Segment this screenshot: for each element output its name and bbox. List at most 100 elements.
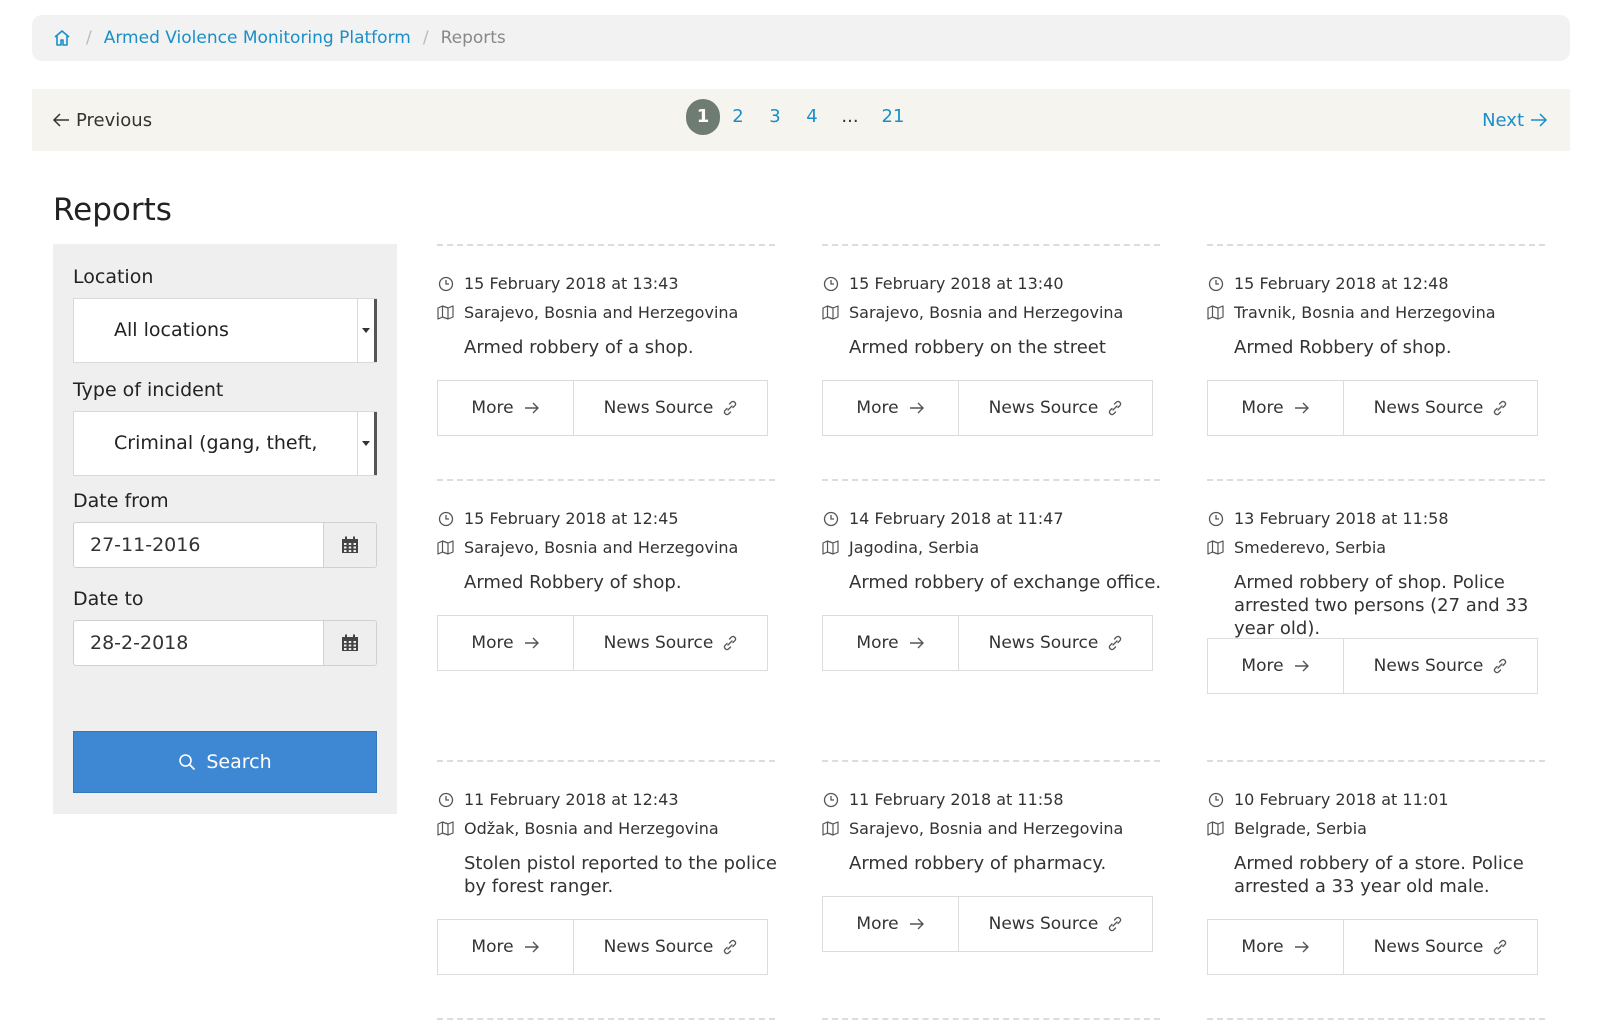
news-source-button[interactable]: News Source <box>574 616 767 670</box>
clock-icon <box>822 275 839 292</box>
report-location-row: Smederevo, Serbia <box>1207 538 1386 557</box>
more-button[interactable]: More <box>823 381 959 435</box>
report-card: 15 February 2018 at 13:43 Sarajevo, Bosni… <box>437 244 775 444</box>
report-datetime: 14 February 2018 at 11:47 <box>849 509 1064 528</box>
date-from-field[interactable]: 27-11-2016 <box>73 522 377 568</box>
link-icon <box>723 939 737 955</box>
map-icon <box>822 304 839 321</box>
news-source-button[interactable]: News Source <box>959 381 1152 435</box>
more-button[interactable]: More <box>1208 639 1344 693</box>
news-source-label: News Source <box>1373 656 1484 676</box>
report-datetime-row: 15 February 2018 at 13:43 <box>437 274 679 293</box>
report-datetime-row: 11 February 2018 at 11:58 <box>822 790 1064 809</box>
arrow-right-icon <box>524 940 540 954</box>
next-button[interactable]: Next <box>1482 89 1548 151</box>
report-datetime: 13 February 2018 at 11:58 <box>1234 509 1449 528</box>
report-location: Sarajevo, Bosnia and Herzegovina <box>849 303 1124 322</box>
report-card: 15 February 2018 at 13:40 Sarajevo, Bosni… <box>822 244 1160 444</box>
breadcrumb-separator: / <box>422 28 429 48</box>
more-button[interactable]: More <box>1208 381 1344 435</box>
report-datetime: 15 February 2018 at 13:40 <box>849 274 1064 293</box>
page-3[interactable]: 3 <box>767 99 783 135</box>
more-button[interactable]: More <box>823 616 959 670</box>
link-icon <box>723 400 737 416</box>
more-button[interactable]: More <box>438 616 574 670</box>
report-location: Sarajevo, Bosnia and Herzegovina <box>849 819 1124 838</box>
date-from-label: Date from <box>73 490 169 512</box>
page-1[interactable]: 1 <box>686 99 720 135</box>
breadcrumb-platform-link[interactable]: Armed Violence Monitoring Platform <box>104 28 411 48</box>
report-location-row: Sarajevo, Bosnia and Herzegovina <box>822 819 1123 838</box>
page-21[interactable]: 21 <box>880 99 906 135</box>
search-button-label: Search <box>206 751 272 773</box>
more-button[interactable]: More <box>1208 920 1344 974</box>
card-separator <box>822 1018 1160 1020</box>
report-location-row: Odžak, Bosnia and Herzegovina <box>437 819 719 838</box>
report-location-row: Sarajevo, Bosnia and Herzegovina <box>437 303 738 322</box>
next-label: Next <box>1482 109 1524 131</box>
report-datetime-row: 15 February 2018 at 13:40 <box>822 274 1064 293</box>
date-to-field[interactable]: 28-2-2018 <box>73 620 377 666</box>
calendar-icon[interactable] <box>323 621 376 665</box>
report-datetime: 15 February 2018 at 12:48 <box>1234 274 1449 293</box>
report-datetime: 15 February 2018 at 13:43 <box>464 274 679 293</box>
link-icon <box>1108 400 1122 416</box>
location-select[interactable]: All locations <box>73 298 377 363</box>
breadcrumb: / Armed Violence Monitoring Platform / R… <box>32 15 1570 61</box>
page-4[interactable]: 4 <box>804 99 820 135</box>
news-source-button[interactable]: News Source <box>1344 639 1537 693</box>
more-label: More <box>856 633 899 653</box>
search-button[interactable]: Search <box>73 731 377 793</box>
report-datetime-row: 15 February 2018 at 12:48 <box>1207 274 1449 293</box>
report-location-row: Belgrade, Serbia <box>1207 819 1367 838</box>
news-source-button[interactable]: News Source <box>574 381 767 435</box>
clock-icon <box>437 791 454 808</box>
report-card: 14 February 2018 at 11:47 Jagodina, Serbi… <box>822 479 1161 679</box>
pagination-bar: Previous 1 2 3 4 ... 21 Next <box>32 89 1570 151</box>
clock-icon <box>1207 510 1224 527</box>
clock-icon <box>822 510 839 527</box>
arrow-right-icon <box>524 636 540 650</box>
page-2[interactable]: 2 <box>730 99 746 135</box>
more-label: More <box>471 937 514 957</box>
report-location: Jagodina, Serbia <box>849 538 980 557</box>
card-separator <box>437 1018 775 1020</box>
map-icon <box>1207 820 1224 837</box>
news-source-button[interactable]: News Source <box>1344 381 1537 435</box>
report-location-row: Sarajevo, Bosnia and Herzegovina <box>437 538 738 557</box>
link-icon <box>1493 658 1507 674</box>
location-select-value: All locations <box>114 319 229 341</box>
news-source-button[interactable]: News Source <box>1344 920 1537 974</box>
report-actions: More News Source <box>822 380 1153 436</box>
news-source-label: News Source <box>988 633 1099 653</box>
report-description: Armed robbery of exchange office. <box>849 572 1162 593</box>
incident-type-select[interactable]: Criminal (gang, theft, murder) <box>73 411 377 476</box>
report-card: 15 February 2018 at 12:45 Sarajevo, Bosni… <box>437 479 775 679</box>
arrow-right-icon <box>1531 113 1548 127</box>
map-icon <box>437 304 454 321</box>
report-description: Armed robbery of pharmacy. <box>849 853 1107 874</box>
arrow-right-icon <box>1294 659 1310 673</box>
home-icon[interactable] <box>52 27 74 49</box>
report-datetime-row: 15 February 2018 at 12:45 <box>437 509 679 528</box>
report-datetime-row: 11 February 2018 at 12:43 <box>437 790 679 809</box>
more-button[interactable]: More <box>438 920 574 974</box>
arrow-right-icon <box>909 917 925 931</box>
news-source-button[interactable]: News Source <box>959 616 1152 670</box>
report-location: Smederevo, Serbia <box>1234 538 1387 557</box>
more-button[interactable]: More <box>438 381 574 435</box>
report-card: 11 February 2018 at 11:58 Sarajevo, Bosni… <box>822 760 1160 960</box>
report-description: Armed robbery of shop. Police arrested t… <box>1234 572 1529 639</box>
more-button[interactable]: More <box>823 897 959 951</box>
report-card: 10 February 2018 at 11:01 Belgrade, Serbi… <box>1207 760 1545 975</box>
news-source-button[interactable]: News Source <box>574 920 767 974</box>
more-label: More <box>1241 937 1284 957</box>
clock-icon <box>1207 275 1224 292</box>
report-description: Armed robbery of a store. Police arreste… <box>1234 853 1524 897</box>
more-label: More <box>856 914 899 934</box>
report-card: 13 February 2018 at 11:58 Smederevo, Serb… <box>1207 479 1545 694</box>
calendar-icon[interactable] <box>323 523 376 567</box>
news-source-button[interactable]: News Source <box>959 897 1152 951</box>
date-to-label: Date to <box>73 588 144 610</box>
report-description: Armed robbery on the street <box>849 337 1106 358</box>
